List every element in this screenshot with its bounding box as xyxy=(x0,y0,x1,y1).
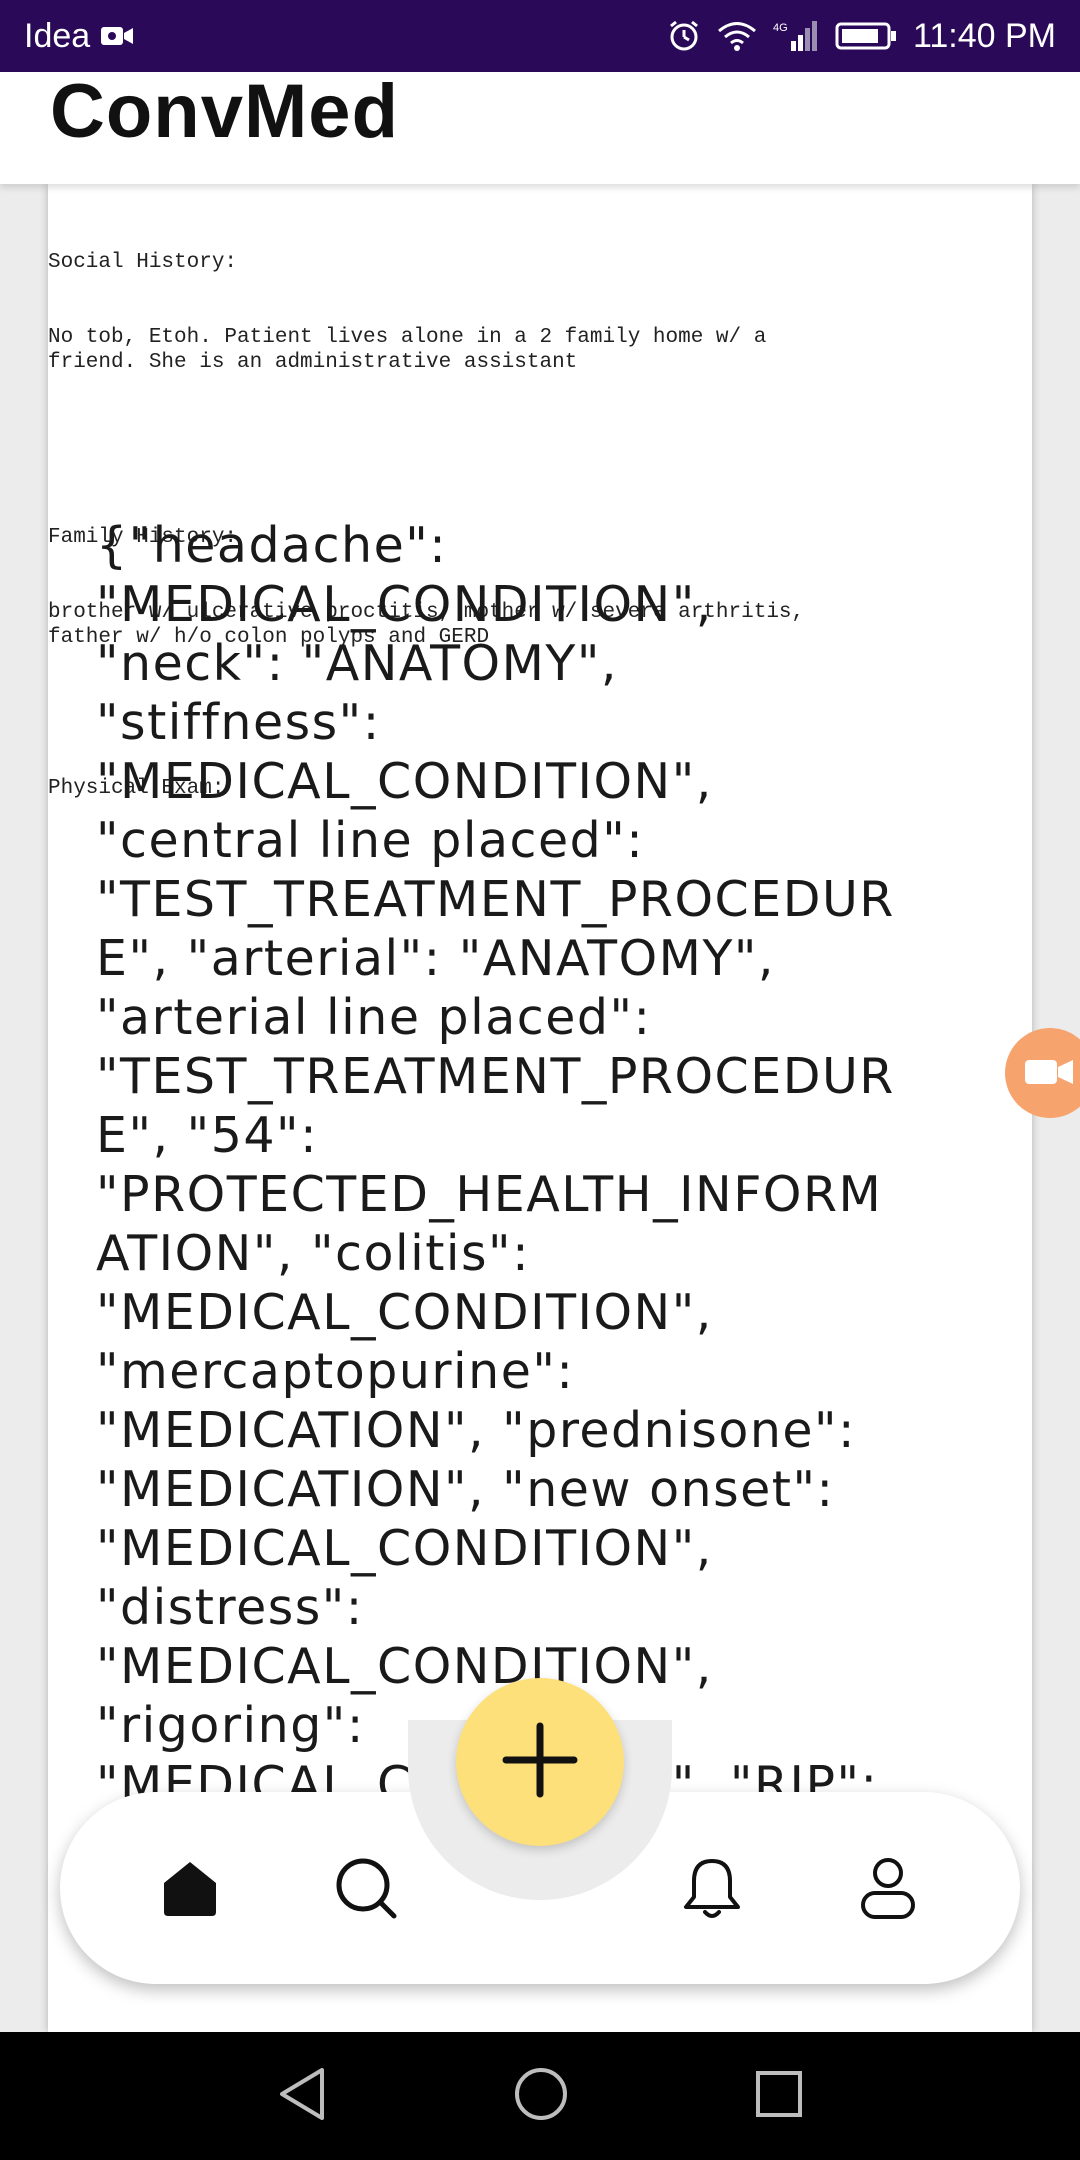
nav-search-button[interactable] xyxy=(328,1852,404,1928)
nav-profile-button[interactable] xyxy=(850,1852,926,1928)
app-header: ConvMed xyxy=(0,69,1080,184)
recents-icon[interactable] xyxy=(754,2069,804,2123)
profile-icon xyxy=(859,1855,917,1925)
back-icon[interactable] xyxy=(276,2066,328,2126)
add-button[interactable] xyxy=(456,1678,624,1846)
video-call-status-icon xyxy=(100,23,134,49)
video-camera-icon xyxy=(1023,1054,1075,1092)
clock: 11:40 PM xyxy=(912,16,1056,55)
alarm-icon xyxy=(667,19,701,53)
home-circle-icon[interactable] xyxy=(513,2066,569,2126)
system-nav-bar xyxy=(0,2032,1080,2160)
signal-icon: 4G xyxy=(773,19,819,53)
plus-icon xyxy=(500,1720,580,1804)
status-bar: Idea 4G 11:40 PM xyxy=(0,0,1080,72)
battery-icon xyxy=(835,21,897,51)
bell-icon xyxy=(681,1855,743,1925)
carrier-label: Idea xyxy=(24,16,91,55)
social-history-text: No tob, Etoh. Patient lives alone in a 2… xyxy=(48,326,767,374)
network-label: 4G xyxy=(773,22,788,34)
search-icon xyxy=(333,1855,399,1925)
app-logo: ConvMed xyxy=(50,69,399,154)
nav-home-button[interactable] xyxy=(152,1852,228,1928)
home-icon xyxy=(159,1857,221,1923)
nav-notifications-button[interactable] xyxy=(674,1852,750,1928)
social-history-heading: Social History: xyxy=(48,251,238,274)
wifi-icon xyxy=(717,20,757,52)
